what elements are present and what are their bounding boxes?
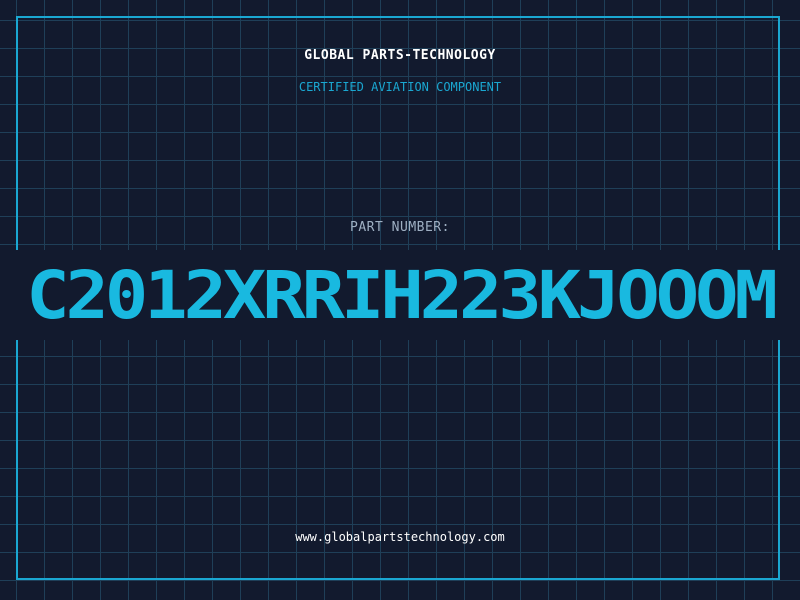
website-url[interactable]: www.globalpartstechnology.com: [0, 530, 800, 544]
part-number-band: C2012XRRIH223KJOOOM: [0, 250, 800, 340]
company-name: GLOBAL PARTS-TECHNOLOGY: [304, 48, 496, 63]
part-number-value: C2012XRRIH223KJOOOM: [26, 256, 778, 334]
certification-subtitle: CERTIFIED AVIATION COMPONENT: [298, 80, 502, 94]
part-number-label: PART NUMBER:: [350, 220, 450, 235]
